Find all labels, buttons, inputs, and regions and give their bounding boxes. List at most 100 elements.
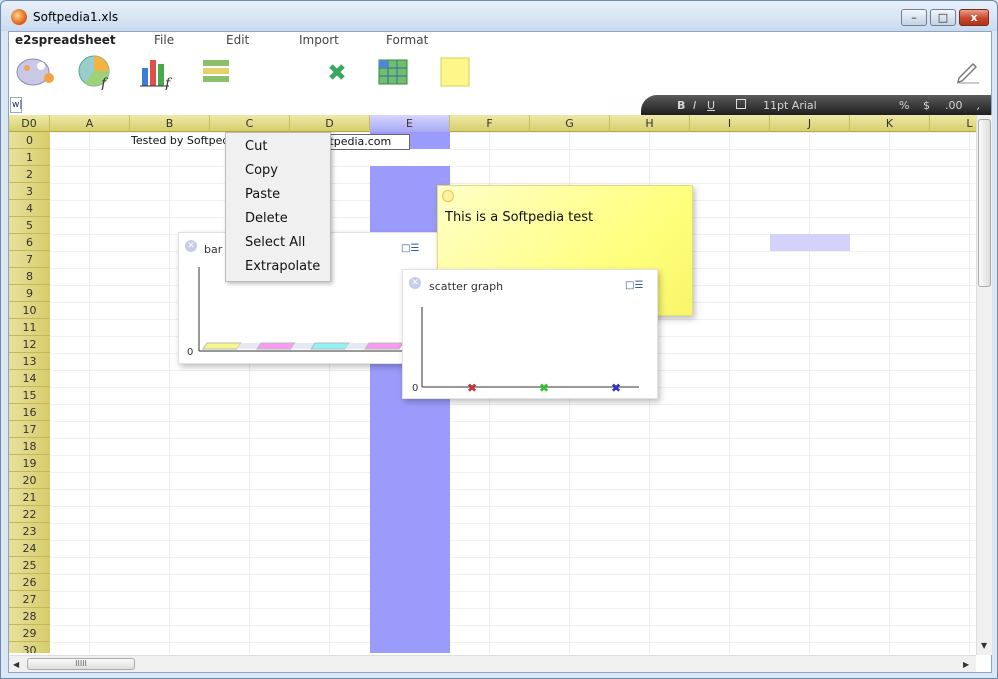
scroll-right-icon[interactable]: ▶ [963, 660, 969, 669]
row-header-13[interactable]: 13 [9, 353, 50, 370]
note-text[interactable]: This is a Softpedia test [445, 210, 593, 225]
column-header-l[interactable]: L [930, 115, 976, 132]
row-header-10[interactable]: 10 [9, 302, 50, 319]
bar-chart-function-icon[interactable]: f [139, 54, 175, 92]
minimize-button[interactable]: – [901, 9, 927, 26]
formula-input[interactable]: w| [10, 97, 22, 113]
scatter-graph-panel[interactable]: ✕ scatter graph □☰ 0 ✖ ✖ ✖ [402, 269, 658, 399]
menu-item-delete[interactable]: Delete [245, 211, 288, 226]
sticky-note-icon[interactable] [439, 54, 475, 88]
column-header-b[interactable]: B [130, 115, 210, 132]
row-header-24[interactable]: 24 [9, 540, 50, 557]
row-header-6[interactable]: 6 [9, 234, 50, 251]
row-header-1[interactable]: 1 [9, 149, 50, 166]
column-header-e[interactable]: E [370, 115, 450, 132]
column-header-h[interactable]: H [610, 115, 690, 132]
row-header-8[interactable]: 8 [9, 268, 50, 285]
context-menu: Cut Copy Paste Delete Select All Extrapo… [225, 132, 331, 282]
horizontal-scroll-thumb[interactable]: IIIII [27, 658, 135, 670]
pie-chart-function-icon[interactable]: f [77, 54, 113, 92]
menu-format[interactable]: Format [386, 33, 428, 47]
menu-import[interactable]: Import [299, 33, 339, 47]
vertical-scroll-thumb[interactable] [978, 119, 991, 287]
row-header-5[interactable]: 5 [9, 217, 50, 234]
row-header-21[interactable]: 21 [9, 489, 50, 506]
row-header-15[interactable]: 15 [9, 387, 50, 404]
cell-j6[interactable] [770, 234, 850, 251]
row-header-4[interactable]: 4 [9, 200, 50, 217]
row-header-3[interactable]: 3 [9, 183, 50, 200]
note-icon[interactable] [442, 190, 454, 202]
row-header-29[interactable]: 29 [9, 625, 50, 642]
column-header-k[interactable]: K [850, 115, 930, 132]
row-header-16[interactable]: 16 [9, 404, 50, 421]
menu-item-copy[interactable]: Copy [245, 163, 278, 178]
chart-icon[interactable] [327, 54, 363, 88]
list-icon[interactable] [201, 54, 237, 88]
palette-icon[interactable] [15, 54, 54, 88]
scatter-point-2: ✖ [611, 381, 621, 395]
italic-button[interactable]: I [693, 99, 696, 112]
cell-area[interactable]: Tested by Softpedia oftpedia.com ✕ bar g… [50, 132, 976, 653]
cell-b0[interactable]: Tested by Softpedia [131, 134, 239, 147]
spreadsheet-grid[interactable]: D0 ABCDEFGHIJKL Tested by Softpedia oftp… [9, 115, 976, 653]
menu-edit[interactable]: Edit [226, 33, 249, 47]
row-header-17[interactable]: 17 [9, 421, 50, 438]
maximize-button[interactable]: □ [930, 9, 956, 26]
underline-button[interactable]: U [707, 99, 715, 112]
menu-item-paste[interactable]: Paste [245, 187, 280, 202]
row-header-22[interactable]: 22 [9, 506, 50, 523]
percent-button[interactable]: % [899, 99, 909, 112]
scroll-down-icon[interactable]: ▼ [981, 641, 987, 650]
bar-axis-zero: 0 [187, 347, 193, 358]
menu-item-extrapolate[interactable]: Extrapolate [245, 259, 320, 274]
color-swatch[interactable] [736, 99, 746, 109]
row-header-0[interactable]: 0 [9, 132, 50, 149]
horizontal-scrollbar[interactable]: ◀ IIIII ▶ [9, 655, 976, 672]
row-header-28[interactable]: 28 [9, 608, 50, 625]
column-header-f[interactable]: F [450, 115, 530, 132]
row-header-27[interactable]: 27 [9, 591, 50, 608]
menu-item-cut[interactable]: Cut [245, 139, 267, 154]
bar-2 [310, 342, 350, 350]
font-selector[interactable]: 11pt Arial [763, 99, 817, 112]
comma-button[interactable]: , [977, 99, 981, 112]
row-header-11[interactable]: 11 [9, 319, 50, 336]
row-header-19[interactable]: 19 [9, 455, 50, 472]
row-header-14[interactable]: 14 [9, 370, 50, 387]
column-header-i[interactable]: I [690, 115, 770, 132]
row-header-30[interactable]: 30 [9, 642, 50, 653]
menu-item-select-all[interactable]: Select All [245, 235, 305, 250]
bold-button[interactable]: B [677, 99, 685, 112]
row-header-26[interactable]: 26 [9, 574, 50, 591]
close-button[interactable]: x [959, 9, 989, 26]
cell-e1[interactable] [370, 149, 450, 166]
table-icon[interactable] [377, 54, 413, 88]
row-header-7[interactable]: 7 [9, 251, 50, 268]
column-header-g[interactable]: G [530, 115, 610, 132]
bar-3 [364, 342, 404, 350]
decimals-button[interactable]: .00 [945, 99, 963, 112]
row-header-12[interactable]: 12 [9, 336, 50, 353]
column-header-j[interactable]: J [770, 115, 850, 132]
corner-cell[interactable]: D0 [9, 115, 50, 132]
bar-1 [256, 342, 296, 350]
row-header-20[interactable]: 20 [9, 472, 50, 489]
scroll-left-icon[interactable]: ◀ [13, 660, 19, 669]
row-header-25[interactable]: 25 [9, 557, 50, 574]
column-header-d[interactable]: D [290, 115, 370, 132]
row-header-18[interactable]: 18 [9, 438, 50, 455]
toolbar: f f [9, 50, 991, 95]
currency-button[interactable]: $ [923, 99, 930, 112]
scatter-point-1: ✖ [539, 381, 549, 395]
row-header-23[interactable]: 23 [9, 523, 50, 540]
menu-file[interactable]: File [154, 33, 174, 47]
column-header-a[interactable]: A [50, 115, 130, 132]
column-header-c[interactable]: C [210, 115, 290, 132]
vertical-scrollbar[interactable]: ▼ [976, 115, 992, 655]
menu-bar: e2spreadsheet File Edit Import Format [9, 32, 991, 50]
row-header-9[interactable]: 9 [9, 285, 50, 302]
pencil-icon[interactable] [953, 54, 989, 88]
row-header-2[interactable]: 2 [9, 166, 50, 183]
maximize-icon: □ [937, 11, 949, 24]
